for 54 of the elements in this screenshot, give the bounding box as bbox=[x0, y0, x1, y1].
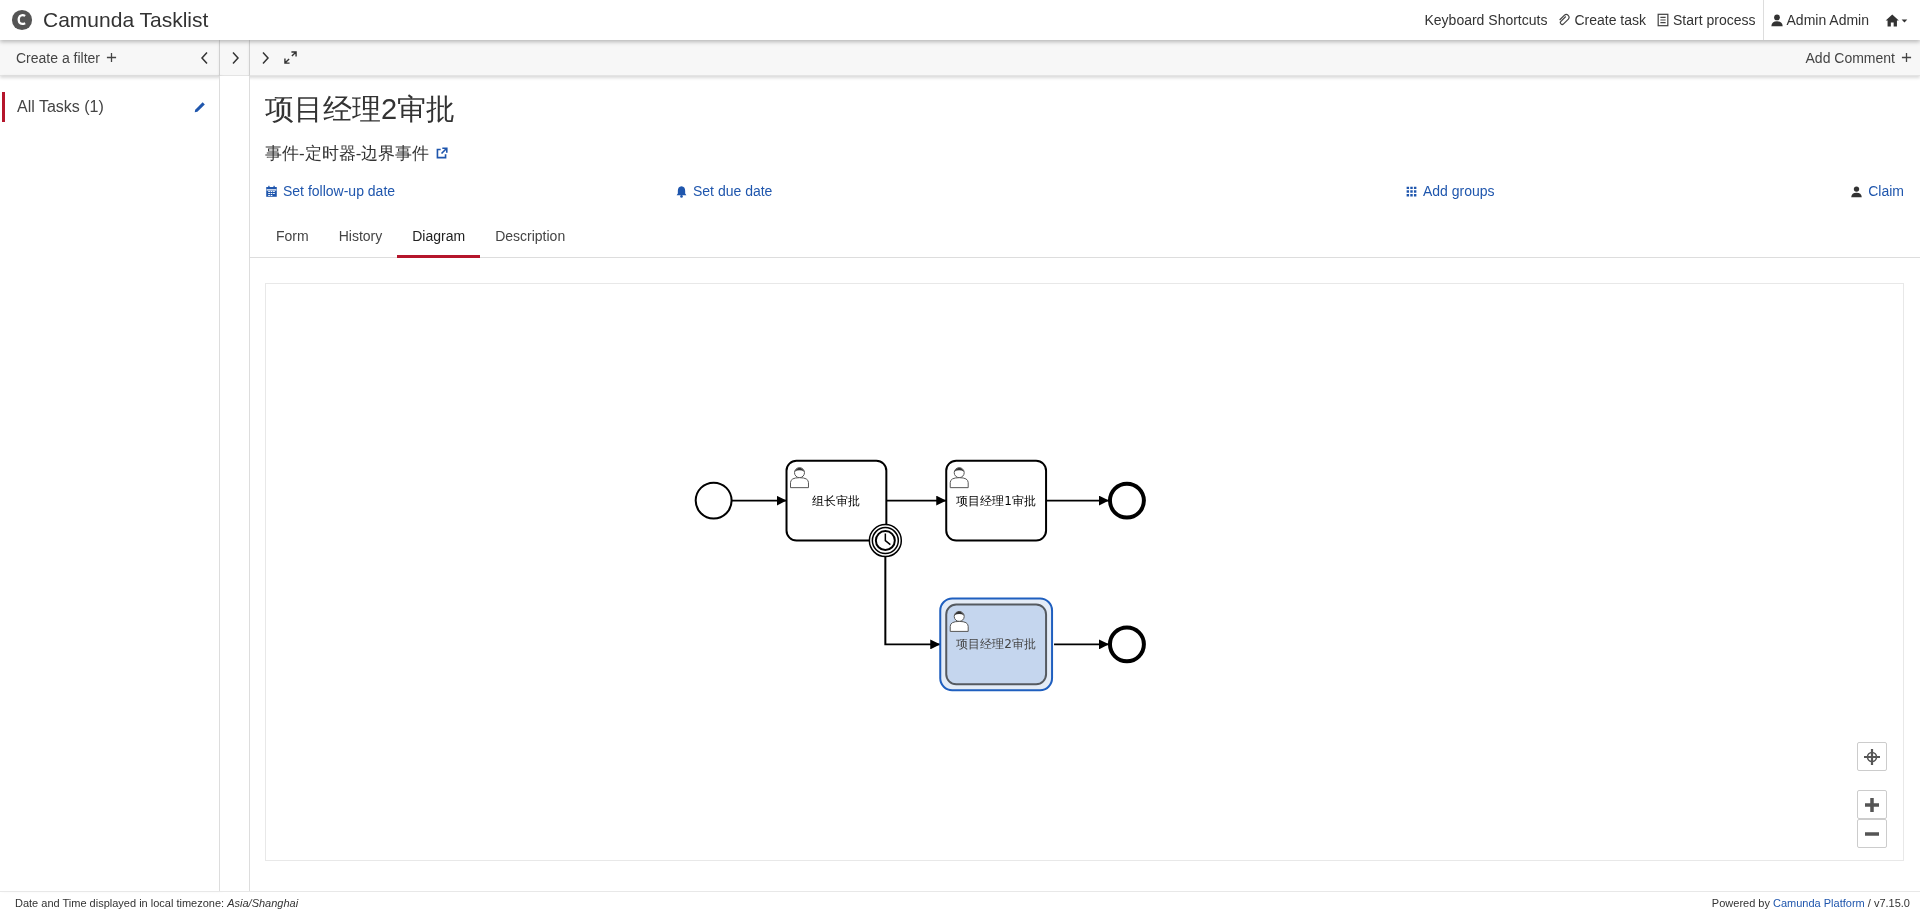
add-comment-link[interactable]: Add Comment bbox=[1805, 49, 1912, 66]
task-title: 项目经理2审批 bbox=[265, 92, 457, 127]
task-label: 项目经理1审批 bbox=[956, 493, 1036, 508]
sequence-flow-arrow bbox=[1053, 639, 1110, 650]
logo-icon bbox=[11, 9, 33, 31]
user-icon bbox=[949, 610, 969, 632]
user-icon bbox=[790, 467, 809, 489]
calendar-icon bbox=[265, 184, 278, 198]
pencil-icon bbox=[193, 100, 207, 114]
nav-link[interactable]: Keyboard Shortcuts bbox=[1419, 0, 1553, 40]
action-link[interactable]: Add groups bbox=[1405, 183, 1851, 199]
sequence-flow-arrow bbox=[1045, 495, 1110, 506]
nav-link[interactable]: Create task bbox=[1552, 0, 1652, 40]
tab[interactable]: Form bbox=[261, 219, 324, 258]
user-icon bbox=[1769, 13, 1784, 27]
document-icon bbox=[1656, 13, 1671, 27]
minus-icon bbox=[1864, 831, 1880, 836]
tab[interactable]: History bbox=[323, 219, 398, 258]
paperclip-icon bbox=[1557, 13, 1572, 27]
expand-arrows-icon bbox=[284, 51, 297, 64]
end-event bbox=[1107, 625, 1146, 664]
user-icon bbox=[1850, 184, 1864, 198]
task-label: 项目经理2审批 bbox=[956, 637, 1036, 652]
tab[interactable]: Description bbox=[480, 219, 581, 258]
reset-view-button[interactable] bbox=[1857, 742, 1887, 771]
sequence-flow-arrow bbox=[885, 495, 948, 506]
plus-icon bbox=[106, 52, 118, 63]
bell-icon bbox=[675, 184, 688, 198]
zoom-out-button[interactable] bbox=[1857, 819, 1887, 848]
timezone-note: Date and Time displayed in local timezone: Asia/Shanghai bbox=[15, 896, 299, 909]
external-link-icon bbox=[435, 147, 449, 160]
tab[interactable]: Diagram bbox=[397, 219, 481, 258]
plus-icon bbox=[1864, 796, 1880, 813]
powered-by-text: Powered by Camunda Platform / v7.15.0 bbox=[1711, 896, 1910, 909]
grid-icon bbox=[1405, 184, 1418, 198]
platform-link[interactable]: Camunda Platform bbox=[1773, 896, 1865, 909]
task-label: 组长审批 bbox=[812, 493, 861, 508]
action-link[interactable]: Set due date bbox=[675, 183, 1405, 199]
home-icon bbox=[1884, 12, 1908, 28]
timer-boundary-event bbox=[868, 523, 903, 558]
chevron-right-icon bbox=[260, 50, 270, 65]
plus-icon bbox=[1901, 52, 1912, 63]
nav-link[interactable]: Start process bbox=[1651, 0, 1761, 40]
app-title: Camunda Tasklist bbox=[43, 8, 209, 32]
action-link[interactable]: Claim bbox=[1850, 183, 1904, 199]
process-link[interactable]: 事件-定时器-边界事件 bbox=[265, 142, 1904, 165]
user-icon bbox=[949, 467, 969, 489]
action-link[interactable]: Set follow-up date bbox=[265, 183, 675, 199]
sequence-flow-arrow bbox=[730, 495, 788, 506]
chevron-left-icon bbox=[199, 50, 209, 65]
zoom-in-button[interactable] bbox=[1857, 790, 1887, 819]
end-event bbox=[1107, 481, 1146, 520]
start-event bbox=[694, 481, 733, 520]
crosshair-icon bbox=[1863, 747, 1881, 766]
